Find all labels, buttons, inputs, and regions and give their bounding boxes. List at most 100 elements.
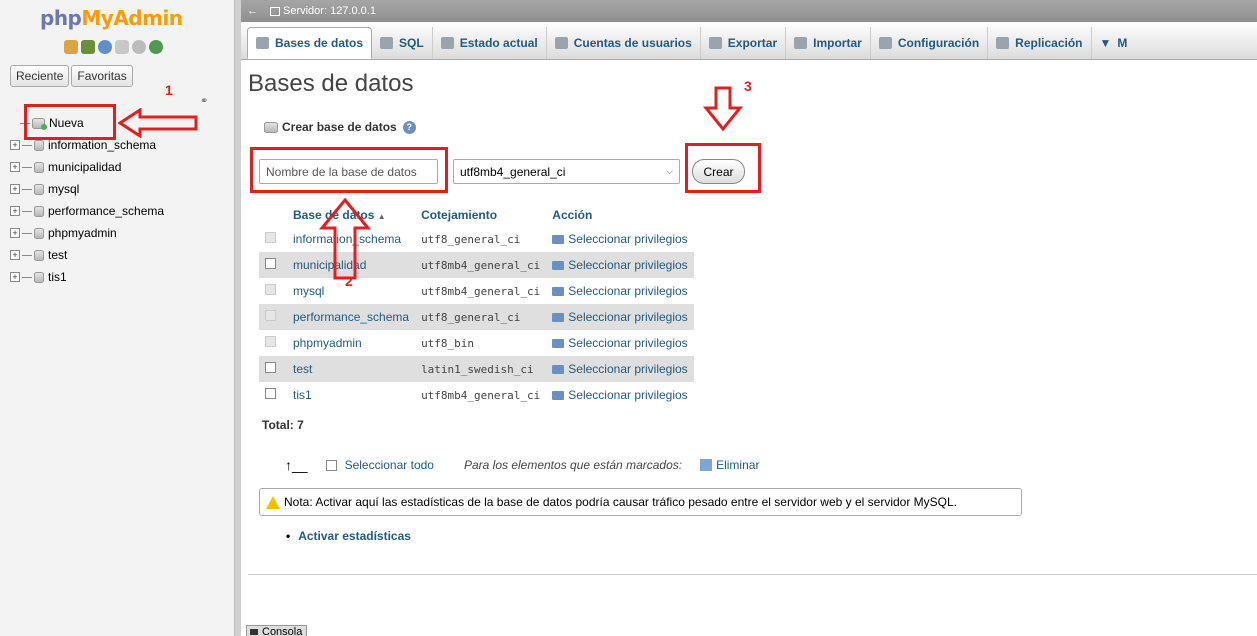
tab-user-accounts[interactable]: Cuentas de usuarios xyxy=(547,27,701,59)
row-checkbox[interactable] xyxy=(265,232,276,243)
action-cell: Seleccionar privilegios xyxy=(546,304,694,330)
check-privileges-link[interactable]: Seleccionar privilegios xyxy=(552,388,688,402)
tab-label: Exportar xyxy=(727,36,778,50)
help-icon[interactable]: ? xyxy=(402,120,416,134)
console-icon xyxy=(250,629,258,635)
users-icon xyxy=(554,37,568,49)
settings-icon[interactable] xyxy=(132,40,146,54)
tree-item-mysql[interactable]: + mysql xyxy=(10,178,164,200)
table-row: phpmyadmin utf8_bin Seleccionar privileg… xyxy=(259,330,694,356)
tab-databases[interactable]: Bases de datos xyxy=(247,27,373,59)
sql-icon xyxy=(380,37,394,49)
expand-icon[interactable]: + xyxy=(10,206,20,216)
export-icon xyxy=(708,37,722,49)
tab-sql[interactable]: SQL xyxy=(372,27,433,59)
row-checkbox[interactable] xyxy=(265,362,276,373)
tab-status[interactable]: Estado actual xyxy=(433,27,547,59)
action-cell: Seleccionar privilegios xyxy=(546,278,694,304)
tree-item-label: mysql xyxy=(48,182,80,196)
expand-icon[interactable]: + xyxy=(10,228,20,238)
action-label: Seleccionar privilegios xyxy=(568,232,688,246)
collapse-nav-icon[interactable]: ← xyxy=(247,5,258,17)
annotation-number-3: 3 xyxy=(744,78,752,94)
nav-resize-handle[interactable] xyxy=(234,0,241,636)
docs-icon[interactable] xyxy=(115,40,129,54)
logout-icon[interactable] xyxy=(81,40,95,54)
row-checkbox[interactable] xyxy=(265,310,276,321)
total-count: Total: 7 xyxy=(262,418,304,432)
collation-selected-value: utf8mb4_general_ci xyxy=(460,164,566,179)
header-collation[interactable]: Cotejamiento xyxy=(415,204,547,226)
database-link[interactable]: test xyxy=(287,356,416,382)
tab-favorites[interactable]: Favoritas xyxy=(71,65,133,87)
help-icon[interactable] xyxy=(98,40,112,54)
server-breadcrumb[interactable]: Servidor: 127.0.0.1 xyxy=(283,5,376,17)
check-privileges-link[interactable]: Seleccionar privilegios xyxy=(552,284,688,298)
row-checkbox[interactable] xyxy=(265,388,276,399)
tab-settings[interactable]: Configuración xyxy=(871,27,989,59)
annotation-arrow-up xyxy=(318,198,372,280)
check-privileges-link[interactable]: Seleccionar privilegios xyxy=(552,336,688,350)
expand-icon[interactable]: + xyxy=(10,162,20,172)
check-privileges-link[interactable]: Seleccionar privilegios xyxy=(552,232,688,246)
database-icon xyxy=(34,205,44,217)
database-link[interactable]: performance_schema xyxy=(287,304,416,330)
delete-button[interactable]: Eliminar xyxy=(700,458,759,472)
check-privileges-link[interactable]: Seleccionar privilegios xyxy=(552,310,688,324)
select-all-label[interactable]: Seleccionar todo xyxy=(345,458,434,472)
import-icon xyxy=(794,37,808,49)
tab-label: Configuración xyxy=(897,36,980,50)
row-checkbox[interactable] xyxy=(265,284,276,295)
check-privileges-link[interactable]: Seleccionar privilegios xyxy=(552,258,688,272)
row-checkbox[interactable] xyxy=(265,258,276,269)
row-checkbox[interactable] xyxy=(265,336,276,347)
tab-replication[interactable]: Replicación xyxy=(988,27,1092,59)
annotation-number-1: 1 xyxy=(165,82,173,98)
home-icon[interactable] xyxy=(64,40,78,54)
table-row: performance_schema utf8_general_ci Selec… xyxy=(259,304,694,330)
privileges-icon xyxy=(552,338,565,348)
tab-export[interactable]: Exportar xyxy=(701,27,787,59)
tree-item-test[interactable]: + test xyxy=(10,244,164,266)
tree-item-phpmyadmin[interactable]: + phpmyadmin xyxy=(10,222,164,244)
expand-icon[interactable]: + xyxy=(10,140,20,150)
tree-line xyxy=(22,210,32,212)
annotation-box-new xyxy=(24,104,116,140)
annotation-arrow-down xyxy=(703,86,743,132)
collation-value: utf8mb4_general_ci xyxy=(415,382,547,408)
tree-item-municipalidad[interactable]: + municipalidad xyxy=(10,156,164,178)
tab-more[interactable]: ▼ M xyxy=(1092,27,1136,59)
expand-icon[interactable]: + xyxy=(10,250,20,260)
console-toggle[interactable]: Consola xyxy=(246,625,308,636)
annotation-arrow-left xyxy=(118,108,198,138)
database-icon xyxy=(34,183,44,195)
link-with-main-icon[interactable]: ⚭ xyxy=(200,96,208,107)
row-checkbox-cell xyxy=(259,356,287,382)
database-link[interactable]: phpmyadmin xyxy=(287,330,416,356)
reload-icon[interactable] xyxy=(149,40,163,54)
database-icon xyxy=(256,37,269,49)
tree-line xyxy=(22,166,32,168)
tree-item-tis1[interactable]: + tis1 xyxy=(10,266,164,288)
phpmyadmin-logo[interactable]: phpMyAdmin xyxy=(40,6,183,30)
action-label: Seleccionar privilegios xyxy=(568,362,688,376)
expand-icon[interactable]: + xyxy=(10,184,20,194)
privileges-icon xyxy=(552,286,565,296)
collation-select[interactable]: utf8mb4_general_ci ⌵ xyxy=(453,159,680,184)
tree-item-performance-schema[interactable]: + performance_schema xyxy=(10,200,164,222)
tab-label: Replicación xyxy=(1015,36,1083,50)
check-privileges-link[interactable]: Seleccionar privilegios xyxy=(552,362,688,376)
create-database-heading: Crear base de datos ? xyxy=(264,120,416,134)
tab-import[interactable]: Importar xyxy=(786,27,871,59)
tab-recent[interactable]: Reciente xyxy=(10,65,70,87)
expand-icon[interactable]: + xyxy=(10,272,20,282)
tree-item-label: test xyxy=(48,248,68,262)
create-heading-label: Crear base de datos xyxy=(282,120,397,134)
header-checkbox-cell xyxy=(259,204,287,226)
phpmyadmin-window: phpMyAdmin Reciente Favoritas ⚭ Nueva + … xyxy=(0,0,1257,636)
database-link[interactable]: tis1 xyxy=(287,382,416,408)
enable-statistics-link[interactable]: Activar estadísticas xyxy=(286,529,411,543)
select-all-checkbox[interactable] xyxy=(325,459,337,471)
action-label: Seleccionar privilegios xyxy=(568,388,688,402)
tree-line xyxy=(22,188,32,190)
